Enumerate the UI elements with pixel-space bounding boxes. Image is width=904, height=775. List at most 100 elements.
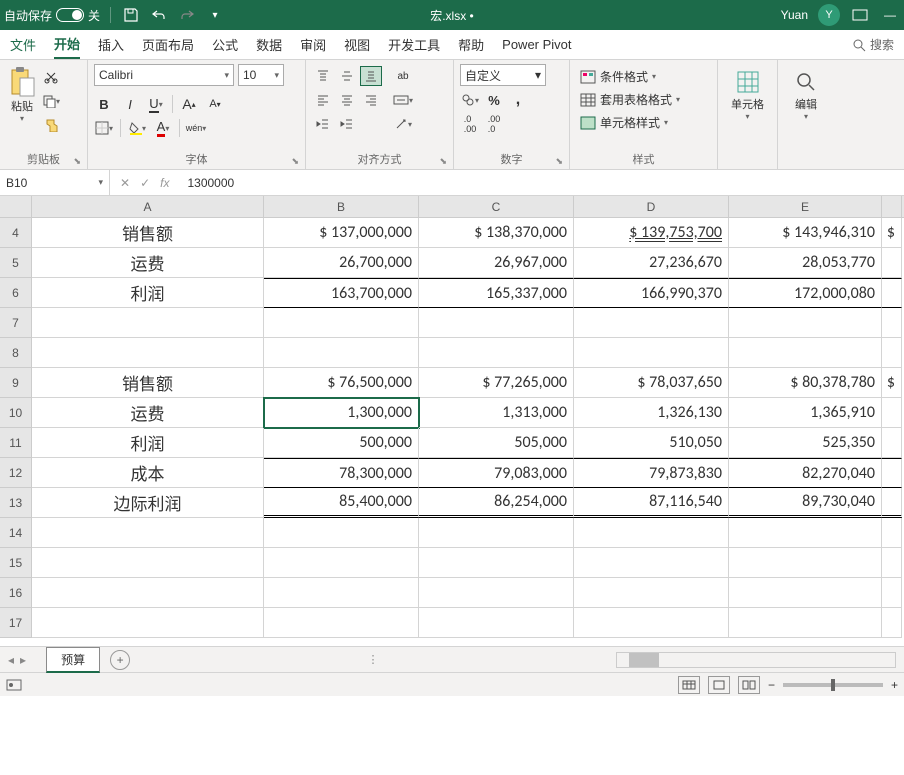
tab-data[interactable]: 数据: [256, 31, 282, 58]
column-header[interactable]: C: [419, 196, 574, 217]
tab-power-pivot[interactable]: Power Pivot: [502, 33, 571, 56]
cell[interactable]: [574, 608, 729, 638]
row-header[interactable]: 11: [0, 428, 32, 458]
cell[interactable]: [882, 248, 902, 278]
row-header[interactable]: 6: [0, 278, 32, 308]
cell[interactable]: [32, 608, 264, 638]
wrap-text-button[interactable]: ab: [388, 66, 418, 86]
cell[interactable]: 26,700,000: [264, 248, 419, 278]
number-format-select[interactable]: 自定义▾: [460, 64, 546, 86]
cell[interactable]: 利润: [32, 428, 264, 458]
select-all-corner[interactable]: [0, 196, 32, 217]
cell[interactable]: [882, 578, 902, 608]
row-header[interactable]: 7: [0, 308, 32, 338]
tab-formulas[interactable]: 公式: [212, 31, 238, 58]
cell[interactable]: [264, 608, 419, 638]
merge-button[interactable]: ▾: [388, 90, 418, 110]
cell[interactable]: [882, 278, 902, 308]
alignment-launcher-icon[interactable]: ⬊: [439, 156, 447, 167]
cell[interactable]: 销售额: [32, 218, 264, 248]
font-launcher-icon[interactable]: ⬊: [291, 156, 299, 167]
row-header[interactable]: 4: [0, 218, 32, 248]
underline-button[interactable]: U▾: [146, 94, 166, 114]
cell[interactable]: [574, 518, 729, 548]
normal-view-icon[interactable]: [678, 676, 700, 694]
cell[interactable]: 1,313,000: [419, 398, 574, 428]
cell[interactable]: [882, 608, 902, 638]
column-header[interactable]: A: [32, 196, 264, 217]
cell[interactable]: 1,365,910: [729, 398, 882, 428]
cell[interactable]: [882, 308, 902, 338]
align-right-icon[interactable]: [360, 90, 382, 110]
zoom-slider[interactable]: [783, 683, 883, 687]
row-header[interactable]: 5: [0, 248, 32, 278]
tab-insert[interactable]: 插入: [98, 31, 124, 58]
cell[interactable]: [264, 578, 419, 608]
autosave-toggle[interactable]: 自动保存 关: [4, 7, 100, 24]
cell[interactable]: [32, 578, 264, 608]
redo-icon[interactable]: [177, 5, 197, 25]
cell[interactable]: [882, 458, 902, 488]
cell[interactable]: 利润: [32, 278, 264, 308]
borders-button[interactable]: ▾: [94, 118, 114, 138]
cell[interactable]: [729, 608, 882, 638]
align-bottom-icon[interactable]: [360, 66, 382, 86]
align-center-icon[interactable]: [336, 90, 358, 110]
tab-file[interactable]: 文件: [10, 31, 36, 58]
clipboard-launcher-icon[interactable]: ⬊: [73, 156, 81, 167]
tab-review[interactable]: 审阅: [300, 31, 326, 58]
cell[interactable]: 510,050: [574, 428, 729, 458]
cell[interactable]: 165,337,000: [419, 278, 574, 308]
row-header[interactable]: 14: [0, 518, 32, 548]
cell[interactable]: 26,967,000: [419, 248, 574, 278]
row-header[interactable]: 16: [0, 578, 32, 608]
cell[interactable]: [882, 428, 902, 458]
cell[interactable]: 1,326,130: [574, 398, 729, 428]
cell[interactable]: 85,400,000: [264, 488, 419, 518]
tab-developer[interactable]: 开发工具: [388, 31, 440, 58]
cell[interactable]: 79,873,830: [574, 458, 729, 488]
row-header[interactable]: 12: [0, 458, 32, 488]
ribbon-display-icon[interactable]: [850, 5, 870, 25]
cell[interactable]: $ 137,000,000: [264, 218, 419, 248]
paste-button[interactable]: 粘贴 ▾: [6, 64, 38, 125]
cell[interactable]: [882, 548, 902, 578]
formula-input[interactable]: 1300000: [179, 176, 904, 190]
cell[interactable]: $: [882, 218, 902, 248]
decrease-decimal-icon[interactable]: .00.0: [484, 114, 504, 134]
orientation-button[interactable]: ▾: [388, 114, 418, 134]
cell[interactable]: 163,700,000: [264, 278, 419, 308]
minimize-icon[interactable]: —: [880, 5, 900, 25]
cell[interactable]: [574, 338, 729, 368]
cell[interactable]: 87,116,540: [574, 488, 729, 518]
cell[interactable]: [574, 548, 729, 578]
format-painter-icon[interactable]: [42, 116, 60, 134]
zoom-out-icon[interactable]: −: [768, 678, 775, 692]
cell[interactable]: [32, 338, 264, 368]
cell[interactable]: $ 76,500,000: [264, 368, 419, 398]
cell[interactable]: [264, 308, 419, 338]
cell[interactable]: [419, 608, 574, 638]
cell[interactable]: [882, 518, 902, 548]
cell[interactable]: $ 77,265,000: [419, 368, 574, 398]
cell[interactable]: 运费: [32, 248, 264, 278]
add-sheet-button[interactable]: +: [110, 650, 130, 670]
cell[interactable]: 500,000: [264, 428, 419, 458]
cell[interactable]: [32, 518, 264, 548]
cell[interactable]: 505,000: [419, 428, 574, 458]
cell[interactable]: $ 139,753,700: [574, 218, 729, 248]
page-break-view-icon[interactable]: [738, 676, 760, 694]
cell[interactable]: 28,053,770: [729, 248, 882, 278]
accounting-format-icon[interactable]: ▾: [460, 90, 480, 110]
cell[interactable]: [419, 548, 574, 578]
undo-icon[interactable]: [149, 5, 169, 25]
column-header[interactable]: D: [574, 196, 729, 217]
cell[interactable]: [729, 548, 882, 578]
increase-indent-icon[interactable]: [336, 114, 358, 134]
cell[interactable]: [264, 518, 419, 548]
tab-help[interactable]: 帮助: [458, 31, 484, 58]
decrease-indent-icon[interactable]: [312, 114, 334, 134]
cell[interactable]: [264, 548, 419, 578]
cell[interactable]: [729, 518, 882, 548]
align-left-icon[interactable]: [312, 90, 334, 110]
